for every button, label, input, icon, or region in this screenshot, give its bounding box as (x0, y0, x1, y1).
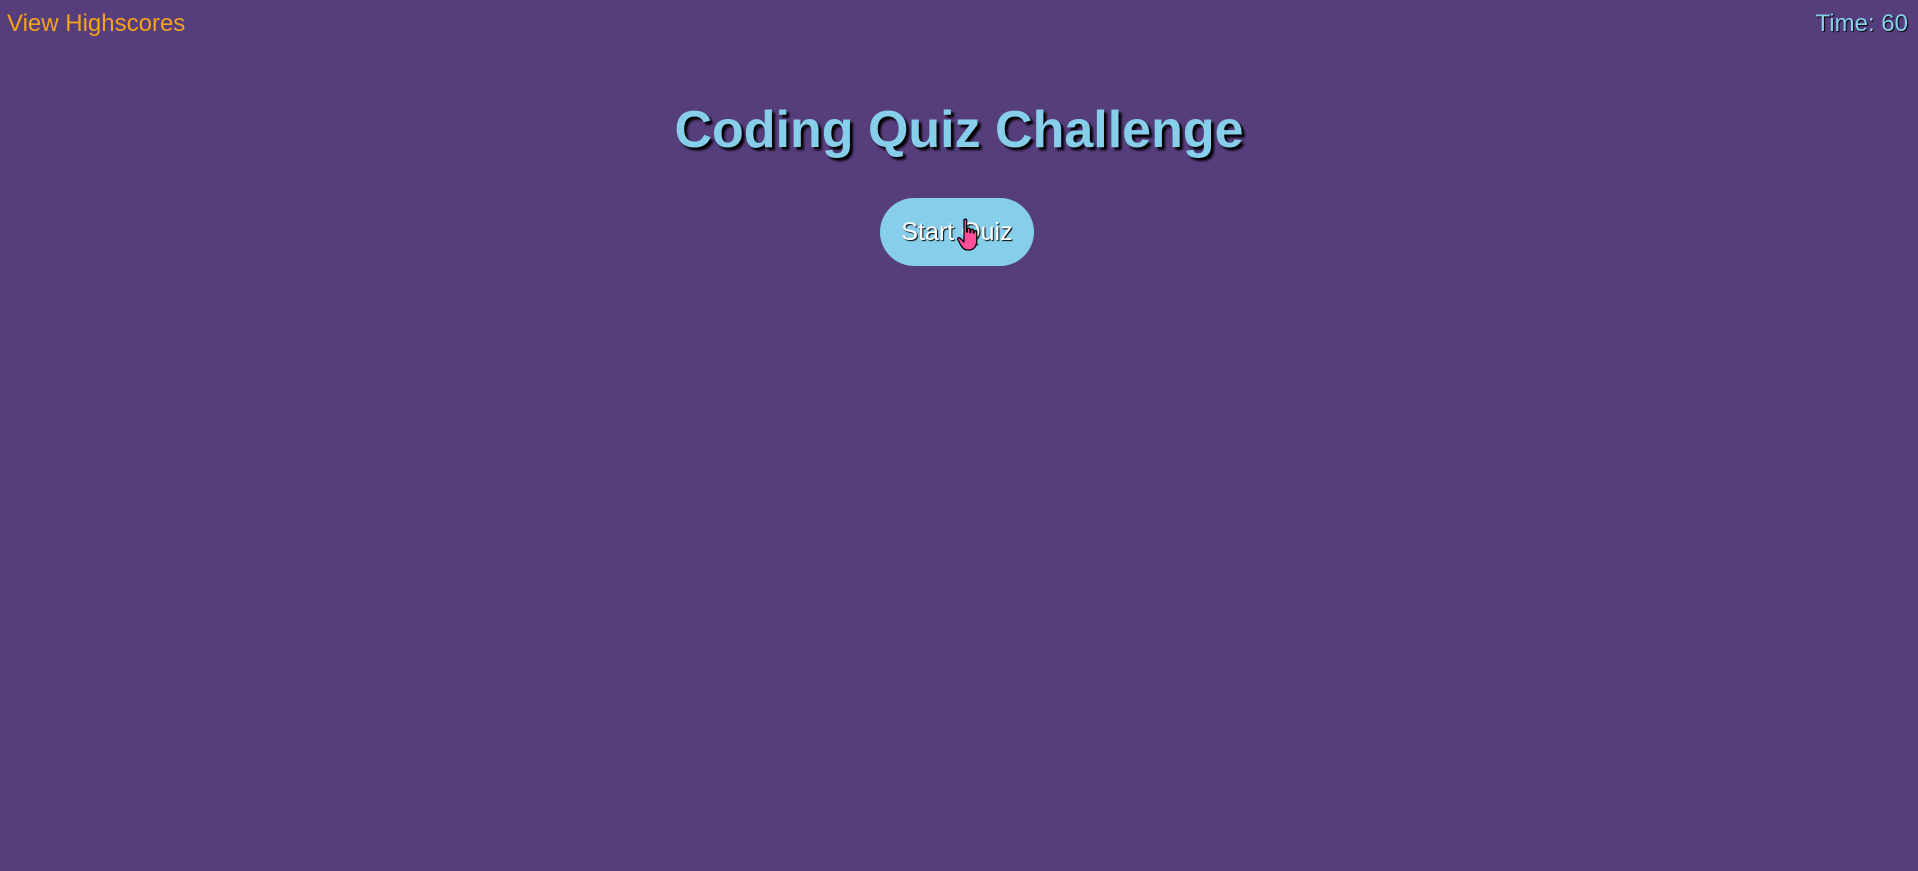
page-title: Coding Quiz Challenge (674, 101, 1244, 159)
start-quiz-button[interactable]: Start Quiz (880, 198, 1034, 266)
quiz-start-screen: Coding Quiz Challenge Start Quiz (0, 0, 1918, 871)
